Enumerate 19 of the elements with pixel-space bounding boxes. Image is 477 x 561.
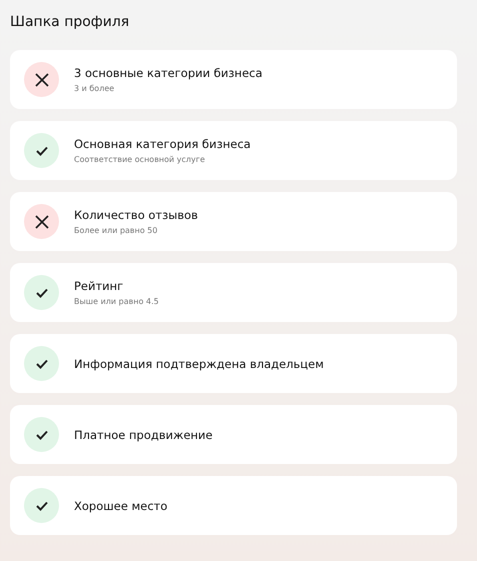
check-label: Информация подтверждена владельцем (74, 356, 324, 370)
check-label: Количество отзывов (74, 208, 198, 222)
check-label: 3 основные категории бизнеса (74, 66, 262, 80)
close-icon (34, 72, 48, 86)
close-icon (34, 214, 48, 228)
check-label: Рейтинг (74, 279, 124, 293)
check-label: Основная категория бизнеса (74, 137, 251, 151)
check-icon (36, 430, 48, 440)
check-hint: Выше или равно 4.5 (74, 297, 159, 306)
check-hint: 3 и более (74, 84, 116, 93)
check-icon (36, 358, 48, 368)
check-hint: Соответствие основной услуге (74, 155, 206, 164)
check-icon (36, 146, 48, 156)
check-icon (36, 500, 48, 510)
check-label: Хорошее место (74, 498, 168, 512)
section-title: Шапка профиля (10, 13, 130, 32)
check-hint: Более или равно 50 (74, 226, 158, 235)
check-icon (36, 288, 48, 298)
check-label: Платное продвижение (74, 428, 213, 442)
